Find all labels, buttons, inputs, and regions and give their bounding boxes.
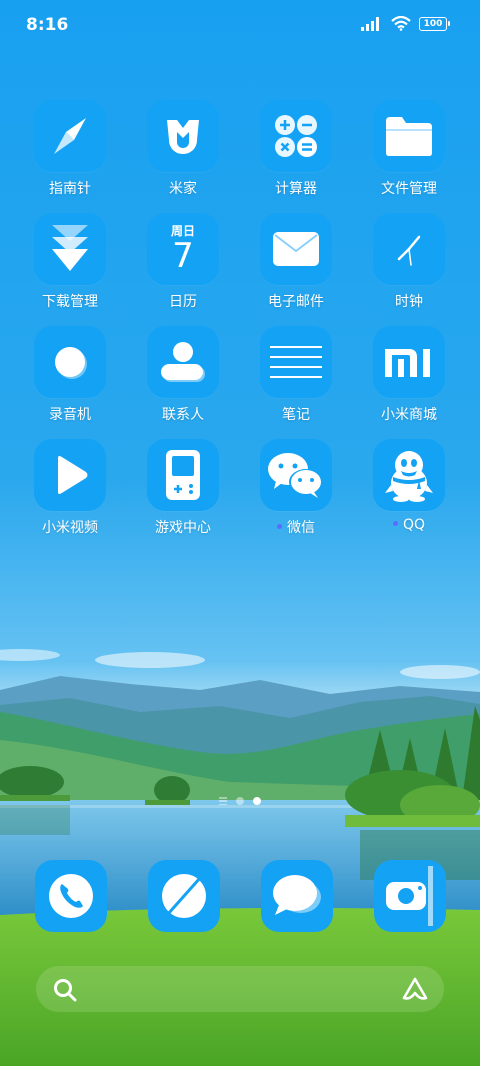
app-calculator[interactable]: 计算器: [246, 100, 346, 198]
app-qq[interactable]: QQ: [359, 439, 459, 533]
app-clock[interactable]: 时钟: [359, 213, 459, 311]
phone-icon: [49, 874, 93, 918]
mi-store-icon: [373, 326, 445, 398]
battery-icon: 100: [419, 16, 450, 31]
video-play-icon: [34, 439, 106, 511]
calendar-date: 7: [172, 236, 194, 276]
qq-penguin-icon: [373, 439, 445, 511]
app-email[interactable]: 电子邮件: [246, 213, 346, 311]
mail-icon: [260, 213, 332, 285]
dock-phone[interactable]: [35, 860, 107, 932]
status-icons: 100: [361, 16, 450, 31]
status-bar: 8:16 100: [0, 0, 480, 50]
folder-icon: [373, 100, 445, 172]
camera-icon: [386, 866, 433, 926]
calendar-icon: 周日 7: [147, 213, 219, 285]
page-dot[interactable]: [236, 797, 244, 805]
page-indicator-list[interactable]: [219, 797, 227, 805]
clock-icon: [373, 213, 445, 285]
wechat-icon: [260, 439, 332, 511]
download-icon: [34, 213, 106, 285]
app-notes[interactable]: 笔记: [246, 326, 346, 424]
notification-dot: [277, 523, 282, 529]
signal-icon: [361, 16, 379, 31]
mijia-icon: [147, 100, 219, 172]
app-wechat[interactable]: 微信: [246, 439, 346, 537]
app-mi-store[interactable]: 小米商城: [359, 326, 459, 424]
page-dot-active[interactable]: [253, 797, 261, 805]
dock-messages[interactable]: [261, 860, 333, 932]
app-download-manager[interactable]: 下载管理: [20, 213, 120, 311]
assistant-icon[interactable]: [400, 976, 430, 1002]
app-contacts[interactable]: 联系人: [133, 326, 233, 424]
app-game-center[interactable]: 游戏中心: [133, 439, 233, 537]
dock-camera[interactable]: [374, 860, 446, 932]
calculator-icon: [260, 100, 332, 172]
contacts-icon: [147, 326, 219, 398]
app-compass[interactable]: 指南针: [20, 100, 120, 198]
game-center-icon: [147, 439, 219, 511]
dock-browser[interactable]: [148, 860, 220, 932]
search-bar[interactable]: [36, 966, 444, 1012]
battery-level: 100: [419, 16, 447, 31]
wifi-icon: [391, 16, 411, 31]
recorder-icon: [34, 326, 106, 398]
messages-icon: [273, 875, 321, 915]
notification-dot: [392, 520, 398, 526]
app-calendar[interactable]: 周日 7 日历: [133, 213, 233, 311]
app-recorder[interactable]: 录音机: [20, 326, 120, 424]
status-time: 8:16: [26, 15, 69, 35]
page-indicator: [0, 797, 480, 805]
browser-icon: [162, 874, 206, 918]
app-mi-video[interactable]: 小米视频: [20, 439, 120, 537]
search-icon[interactable]: [52, 977, 78, 1003]
compass-icon: [34, 100, 106, 172]
app-file-manager[interactable]: 文件管理: [359, 100, 459, 198]
notes-icon: [260, 326, 332, 398]
app-mijia[interactable]: 米家: [133, 100, 233, 198]
